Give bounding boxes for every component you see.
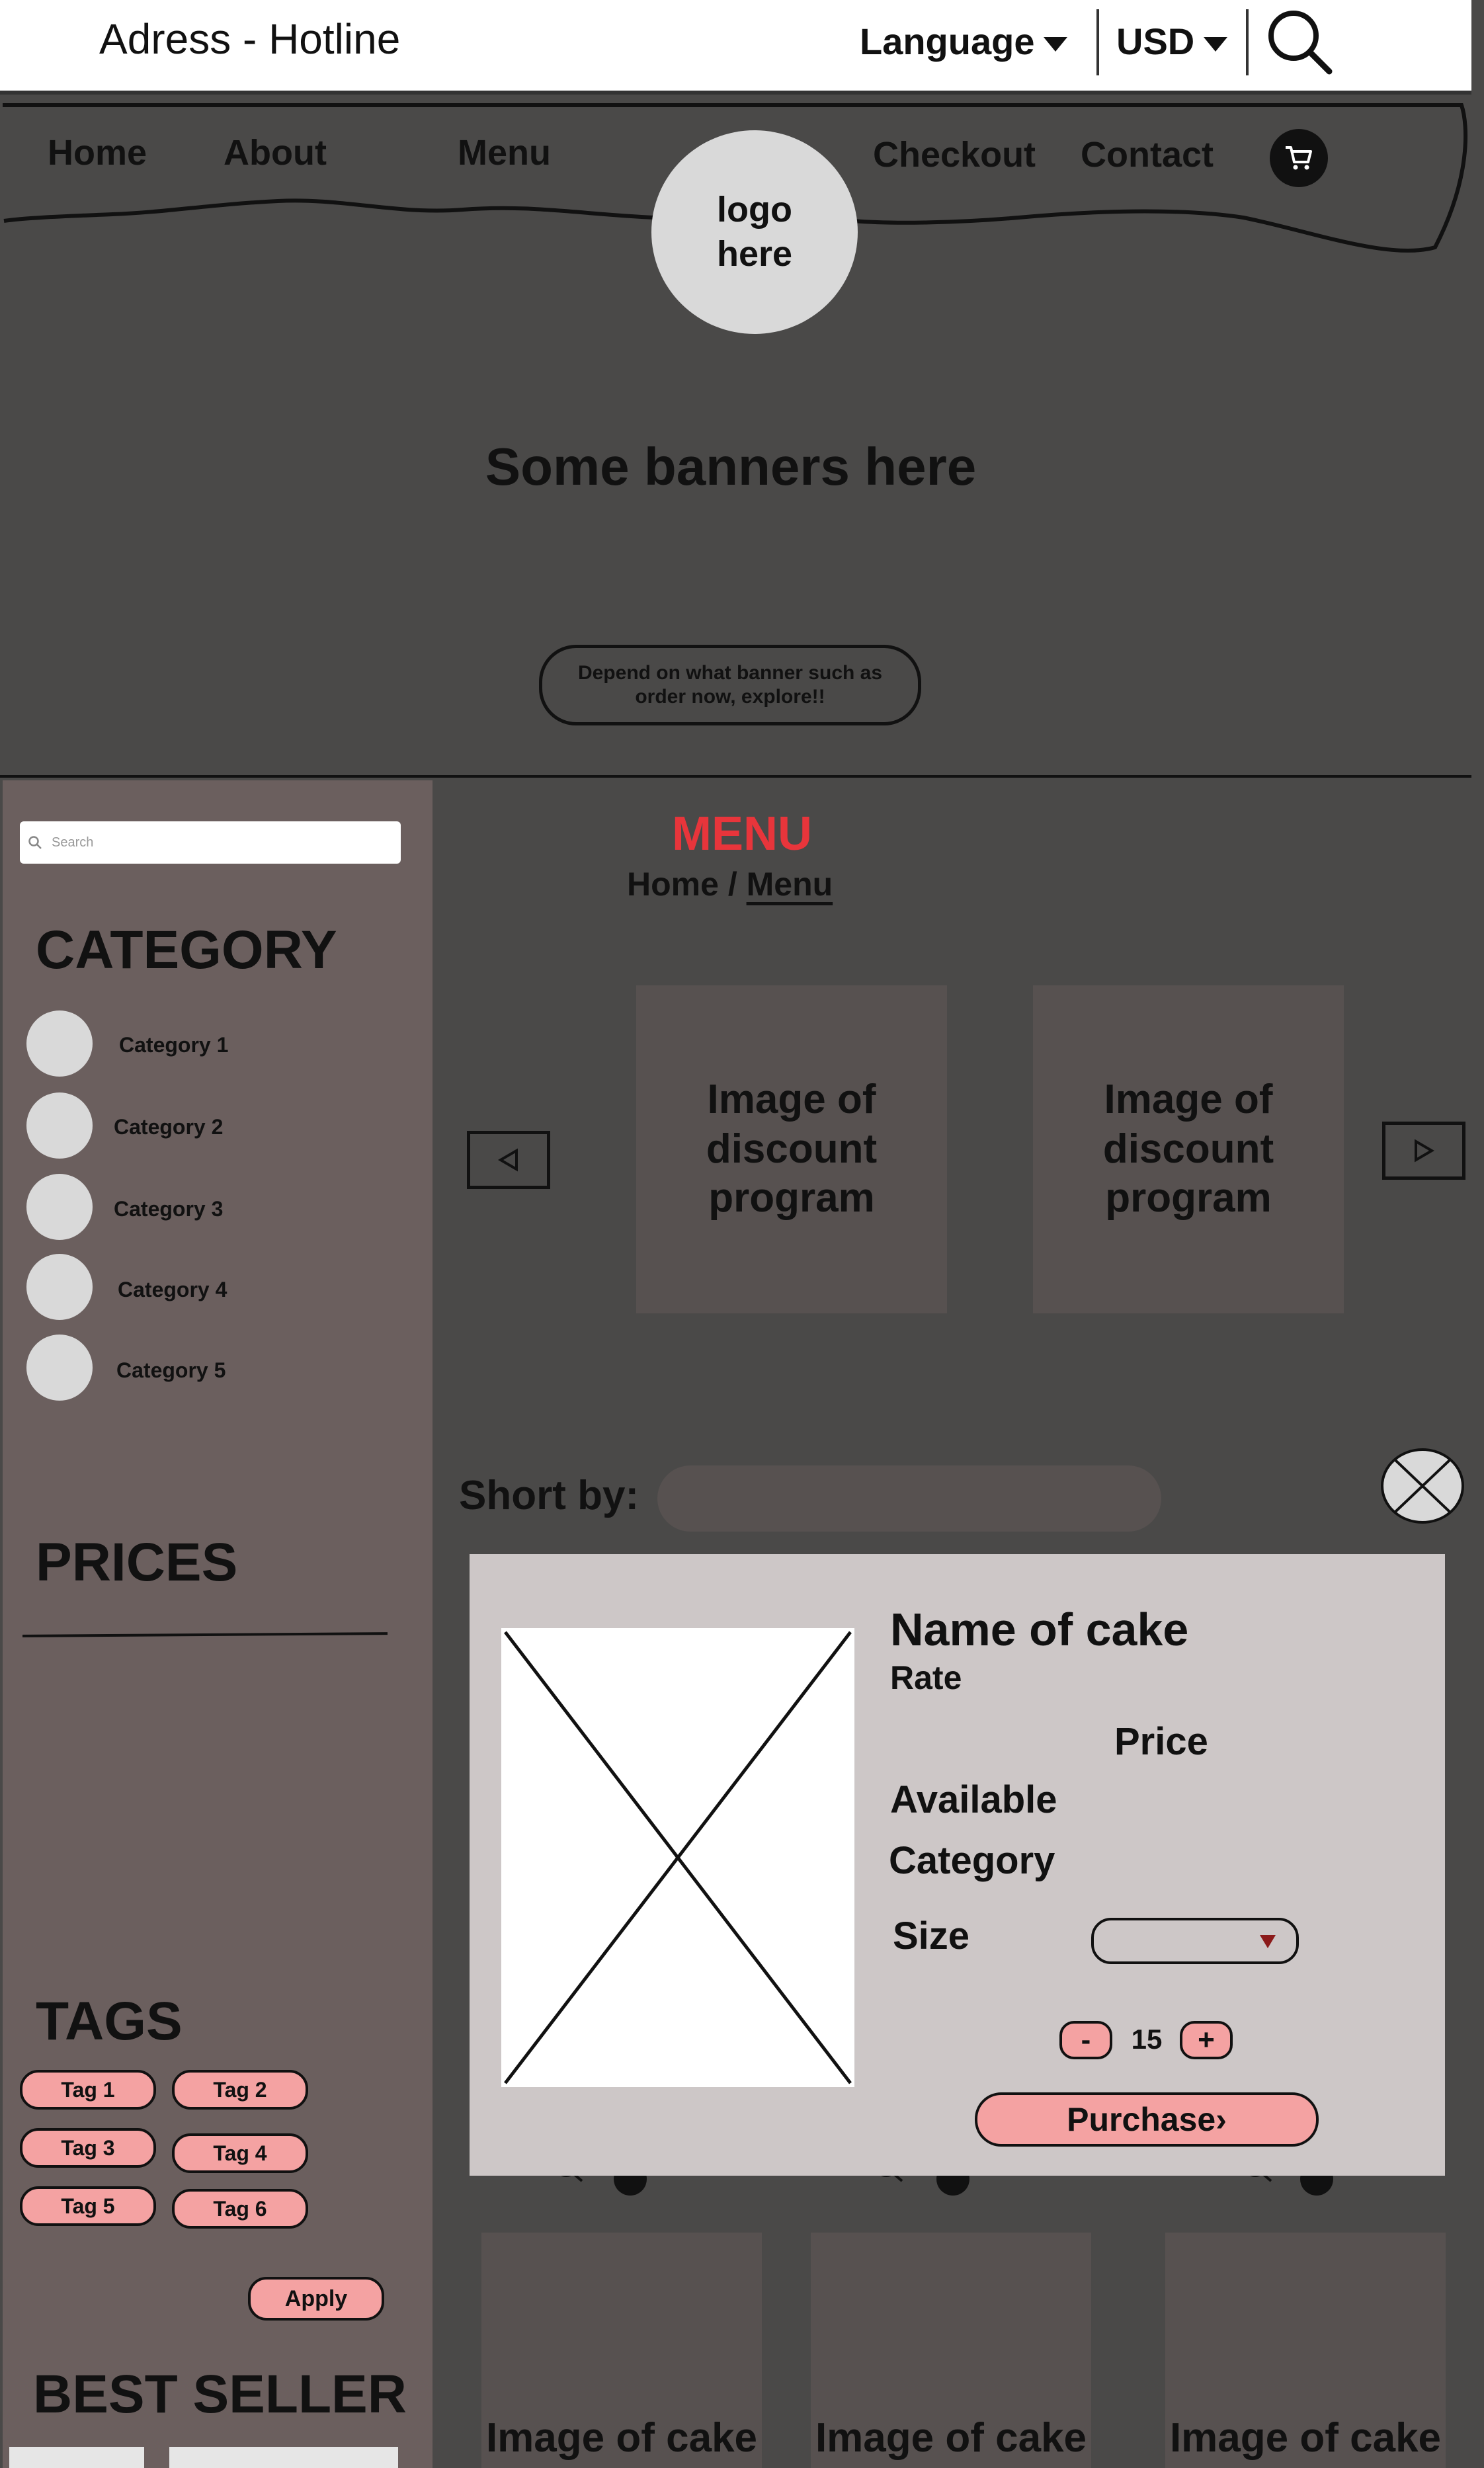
quantity-increment-button[interactable]: +: [1180, 2021, 1233, 2059]
apply-button[interactable]: Apply: [248, 2277, 384, 2321]
nav-checkout[interactable]: Checkout: [873, 134, 1036, 175]
image-placeholder-icon: [504, 1631, 852, 2084]
category-thumb[interactable]: [26, 1092, 93, 1159]
chevron-down-icon: [1044, 37, 1068, 52]
nav-about[interactable]: About: [224, 132, 327, 173]
banner-cta-button[interactable]: Depend on what banner such as order now,…: [539, 645, 921, 725]
cart-icon: [1286, 146, 1312, 170]
tag-chip[interactable]: Tag 2: [172, 2070, 308, 2110]
search-icon[interactable]: [1264, 7, 1333, 75]
product-card[interactable]: Image of cake: [1165, 2233, 1446, 2468]
product-image-placeholder: [501, 1628, 854, 2087]
cart-button[interactable]: [1270, 129, 1328, 187]
product-price: Price: [1114, 1720, 1208, 1763]
logo[interactable]: logo here: [651, 130, 858, 334]
nav-menu[interactable]: Menu: [458, 132, 551, 173]
tag-chip[interactable]: Tag 1: [20, 2070, 156, 2110]
breadcrumb-home[interactable]: Home: [627, 866, 719, 903]
product-name: Name of cake: [890, 1604, 1189, 1655]
currency-label: USD: [1116, 21, 1195, 62]
tags-title: TAGS: [36, 1991, 183, 2051]
bestseller-item[interactable]: [169, 2447, 398, 2468]
close-icon: [1394, 1459, 1451, 1513]
product-card[interactable]: Image of cake: [481, 2233, 762, 2468]
sort-select[interactable]: [657, 1465, 1161, 1532]
arrow-left-icon: [498, 1148, 518, 1172]
nav-home[interactable]: Home: [48, 132, 147, 173]
category-title: CATEGORY: [36, 920, 337, 980]
language-label: Language: [860, 21, 1035, 62]
quantity-decrement-button[interactable]: -: [1059, 2021, 1112, 2059]
tag-chip[interactable]: Tag 4: [172, 2133, 308, 2173]
language-selector[interactable]: Language: [860, 20, 1068, 63]
category-thumb[interactable]: [26, 1010, 93, 1077]
product-card[interactable]: Image of cake: [811, 2233, 1091, 2468]
prices-title: PRICES: [36, 1532, 238, 1592]
breadcrumb-current[interactable]: Menu: [747, 866, 833, 903]
category-item[interactable]: Category 3: [114, 1197, 223, 1221]
sort-label: Short by:: [459, 1473, 639, 1518]
category-thumb[interactable]: [26, 1254, 93, 1320]
promo-image[interactable]: Image of discount program: [1033, 985, 1344, 1313]
divider: [1246, 9, 1249, 75]
close-button[interactable]: [1381, 1448, 1464, 1524]
category-item[interactable]: Category 2: [114, 1115, 223, 1139]
category-item[interactable]: Category 1: [119, 1033, 228, 1057]
bestseller-item[interactable]: [9, 2447, 144, 2468]
address-hotline: Adress - Hotline: [99, 15, 401, 63]
quantity-value[interactable]: 15: [1127, 2024, 1167, 2055]
page-title: MENU: [672, 807, 812, 860]
chevron-down-icon: [1260, 1935, 1276, 1948]
category-item[interactable]: Category 4: [118, 1278, 227, 1302]
category-item[interactable]: Category 5: [116, 1358, 226, 1383]
carousel-prev-button[interactable]: [467, 1131, 550, 1189]
search-icon: [28, 836, 42, 849]
product-availability: Available: [890, 1778, 1057, 1821]
divider: [1096, 9, 1099, 75]
nav-contact[interactable]: Contact: [1081, 134, 1214, 175]
search-input[interactable]: Search: [20, 821, 401, 864]
tag-chip[interactable]: Tag 5: [20, 2186, 156, 2226]
carousel-next-button[interactable]: [1382, 1122, 1465, 1180]
breadcrumb-separator: /: [718, 866, 747, 903]
product-rate: Rate: [890, 1659, 962, 1696]
bestseller-title: BEST SELLER: [33, 2364, 407, 2424]
category-thumb[interactable]: [26, 1335, 93, 1401]
chevron-down-icon: [1204, 37, 1228, 52]
tag-chip[interactable]: Tag 6: [172, 2189, 308, 2229]
category-thumb[interactable]: [26, 1174, 93, 1240]
product-category: Category: [889, 1839, 1055, 1882]
breadcrumb: Home / Menu: [627, 865, 833, 903]
size-label: Size: [893, 1914, 970, 1957]
purchase-button[interactable]: Purchase›: [975, 2092, 1319, 2147]
arrow-right-icon: [1415, 1139, 1434, 1163]
currency-selector[interactable]: USD: [1116, 20, 1228, 63]
promo-image[interactable]: Image of discount program: [636, 985, 947, 1313]
banner-headline: Some banners here: [485, 437, 977, 496]
tag-chip[interactable]: Tag 3: [20, 2128, 156, 2168]
